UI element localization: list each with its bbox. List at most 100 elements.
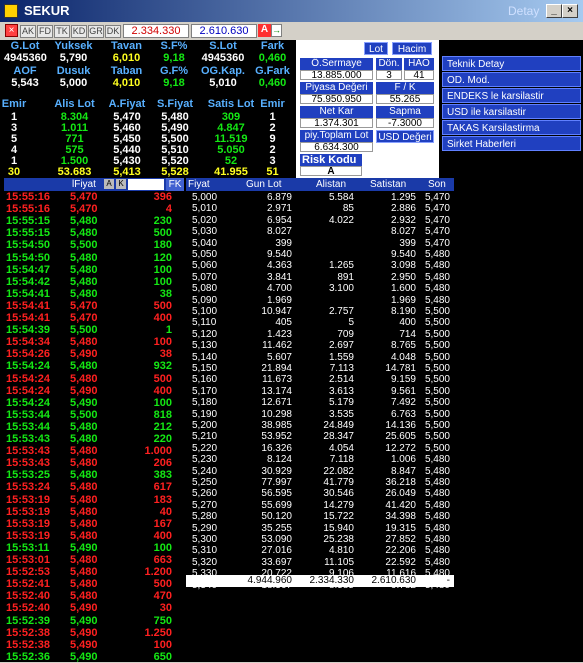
trade-row[interactable]: 15:52:41 5,480 500 xyxy=(4,578,184,590)
trade-row[interactable]: 15:54:24 5,490 400 xyxy=(4,385,184,397)
trade-row[interactable]: 15:52:36 5,490 650 xyxy=(4,651,184,663)
trade-row[interactable]: 15:54:41 5,470 400 xyxy=(4,312,184,324)
trade-row[interactable]: 15:53:19 5,480 167 xyxy=(4,518,184,530)
trade-row[interactable]: 15:52:38 5,490 100 xyxy=(4,639,184,651)
depth-col-alistan[interactable]: Alistan xyxy=(316,178,346,191)
trade-row[interactable]: 15:53:19 5,480 40 xyxy=(4,506,184,518)
trade-row[interactable]: 15:54:50 5,480 120 xyxy=(4,252,184,264)
filter-input[interactable] xyxy=(128,179,164,190)
depth-row[interactable]: 5,250 77.997 41.779 36.218 5,480 xyxy=(186,477,454,489)
tab-kd[interactable]: KD xyxy=(71,25,87,38)
depth-row[interactable]: 5,130 11.462 2.697 8.765 5,500 xyxy=(186,340,454,352)
trade-row[interactable]: 15:53:43 5,480 1.000 xyxy=(4,445,184,457)
a-button[interactable]: A xyxy=(258,24,271,37)
trade-row[interactable]: 15:54:24 5,480 500 xyxy=(4,373,184,385)
close-icon[interactable]: × xyxy=(5,24,18,37)
depth-row[interactable]: 5,230 8.124 7.118 1.006 5,480 xyxy=(186,454,454,466)
k-filter-button[interactable]: K xyxy=(116,179,126,189)
tab-ak[interactable]: AK xyxy=(20,25,36,38)
depth-row[interactable]: 5,280 50.120 15.722 34.398 5,480 xyxy=(186,511,454,523)
arrow-icon[interactable]: → xyxy=(271,24,282,37)
menu-item-teknik-detay[interactable]: Teknik Detay xyxy=(442,56,581,71)
minimize-button[interactable]: _ xyxy=(546,4,562,18)
depth-col-fiyat[interactable]: Fiyat xyxy=(188,178,210,191)
depth-row[interactable]: 5,170 13.174 3.613 9.561 5,500 xyxy=(186,386,454,398)
trade-row[interactable]: 15:54:50 5,500 180 xyxy=(4,239,184,251)
tab-fd[interactable]: FD xyxy=(37,25,53,38)
trade-row[interactable]: 15:54:24 5,480 932 xyxy=(4,360,184,372)
depth-row[interactable]: 5,140 5.607 1.559 4.048 5,500 xyxy=(186,352,454,364)
depth-row[interactable]: 5,080 4.700 3.100 1.600 5,480 xyxy=(186,283,454,295)
trade-row[interactable]: 15:52:53 5,480 1.200 xyxy=(4,566,184,578)
trade-row[interactable]: 15:53:44 5,480 212 xyxy=(4,421,184,433)
depth-col-son[interactable]: Son xyxy=(428,178,446,191)
trade-row[interactable]: 15:53:25 5,480 383 xyxy=(4,469,184,481)
trade-row[interactable]: 15:54:34 5,480 100 xyxy=(4,336,184,348)
trade-row[interactable]: 15:55:15 5,480 500 xyxy=(4,227,184,239)
usd-degeri-button[interactable]: USD Değeri xyxy=(376,130,434,143)
depth-row[interactable]: 5,220 16.326 4.054 12.272 5,500 xyxy=(186,443,454,455)
depth-row[interactable]: 5,310 27.016 4.810 22.206 5,480 xyxy=(186,545,454,557)
depth-row[interactable]: 5,270 55.699 14.279 41.420 5,480 xyxy=(186,500,454,512)
depth-row[interactable]: 5,100 10.947 2.757 8.190 5,500 xyxy=(186,306,454,318)
trade-row[interactable]: 15:54:41 5,470 500 xyxy=(4,300,184,312)
depth-row[interactable]: 5,040 399 399 5,470 xyxy=(186,238,454,250)
depth-row[interactable]: 5,200 38.985 24.849 14.136 5,500 xyxy=(186,420,454,432)
trade-row[interactable]: 15:55:15 5,480 230 xyxy=(4,215,184,227)
depth-row[interactable]: 5,290 35.255 15.940 19.315 5,480 xyxy=(186,523,454,535)
tab-gr[interactable]: GR xyxy=(88,25,104,38)
fk-button[interactable]: FK xyxy=(166,178,184,191)
trade-row[interactable]: 15:53:44 5,500 818 xyxy=(4,409,184,421)
depth-row[interactable]: 5,190 10.298 3.535 6.763 5,500 xyxy=(186,409,454,421)
close-button[interactable]: × xyxy=(562,4,578,18)
depth-row[interactable]: 5,110 405 5 400 5,500 xyxy=(186,317,454,329)
trade-row[interactable]: 15:52:38 5,490 1.250 xyxy=(4,627,184,639)
depth-row[interactable]: 5,050 9.540 9.540 5,480 xyxy=(186,249,454,261)
menu-item-od-mod[interactable]: OD. Mod. xyxy=(442,72,581,87)
depth-col-gun-lot[interactable]: Gun Lot xyxy=(246,178,282,191)
menu-item-endeks[interactable]: ENDEKS le karsilastir xyxy=(442,88,581,103)
menu-item-takas[interactable]: TAKAS Karsilastirma xyxy=(442,120,581,135)
menu-item-sirket-haberleri[interactable]: Sirket Haberleri xyxy=(442,136,581,151)
trade-row[interactable]: 15:53:01 5,480 663 xyxy=(4,554,184,566)
depth-row[interactable]: 5,240 30.929 22.082 8.847 5,480 xyxy=(186,466,454,478)
trade-row[interactable]: 15:55:16 5,470 4 xyxy=(4,203,184,215)
depth-row[interactable]: 5,000 6.879 5.584 1.295 5,470 xyxy=(186,192,454,204)
depth-row[interactable]: 5,010 2.971 85 2.886 5,470 xyxy=(186,203,454,215)
depth-row[interactable]: 5,160 11.673 2.514 9.159 5,500 xyxy=(186,374,454,386)
trade-row[interactable]: 15:54:26 5,490 38 xyxy=(4,348,184,360)
trade-row[interactable]: 15:54:42 5,480 100 xyxy=(4,276,184,288)
depth-row[interactable]: 5,180 12.671 5.179 7.492 5,500 xyxy=(186,397,454,409)
depth-row[interactable]: 5,210 53.952 28.347 25.605 5,500 xyxy=(186,431,454,443)
trade-row[interactable]: 15:53:24 5,480 617 xyxy=(4,481,184,493)
trade-row[interactable]: 15:54:47 5,480 100 xyxy=(4,264,184,276)
depth-row[interactable]: 5,260 56.595 30.546 26.049 5,480 xyxy=(186,488,454,500)
a-filter-button[interactable]: A xyxy=(104,179,114,189)
trade-row[interactable]: 15:55:16 5,470 396 xyxy=(4,191,184,203)
depth-row[interactable]: 5,060 4.363 1.265 3.098 5,480 xyxy=(186,260,454,272)
depth-row[interactable]: 5,070 3.841 891 2.950 5,480 xyxy=(186,272,454,284)
trade-row[interactable]: 15:52:39 5,490 750 xyxy=(4,615,184,627)
depth-row[interactable]: 5,020 6.954 4.022 2.932 5,470 xyxy=(186,215,454,227)
trade-row[interactable]: 15:53:19 5,480 400 xyxy=(4,530,184,542)
trade-row[interactable]: 15:53:11 5,490 100 xyxy=(4,542,184,554)
depth-row[interactable]: 5,320 33.697 11.105 22.592 5,480 xyxy=(186,557,454,569)
trade-row[interactable]: 15:52:40 5,480 470 xyxy=(4,590,184,602)
depth-col-satistan[interactable]: Satistan xyxy=(370,178,406,191)
depth-row[interactable]: 5,090 1.969 1.969 5,480 xyxy=(186,295,454,307)
depth-row[interactable]: 5,300 53.090 25.238 27.852 5,480 xyxy=(186,534,454,546)
depth-row[interactable]: 5,030 8.027 8.027 5,470 xyxy=(186,226,454,238)
trade-row[interactable]: 15:52:40 5,490 30 xyxy=(4,602,184,614)
hacim-button[interactable]: Hacim xyxy=(392,42,432,55)
trade-row[interactable]: 15:53:43 5,480 220 xyxy=(4,433,184,445)
tab-tk[interactable]: TK xyxy=(54,25,70,38)
trade-row[interactable]: 15:54:24 5,490 100 xyxy=(4,397,184,409)
trade-row[interactable]: 15:53:19 5,480 183 xyxy=(4,494,184,506)
tab-dk[interactable]: DK xyxy=(105,25,121,38)
depth-row[interactable]: 5,150 21.894 7.113 14.781 5,500 xyxy=(186,363,454,375)
lot-button[interactable]: Lot xyxy=(364,42,388,55)
fiyat-column-header[interactable]: lFiyat xyxy=(72,178,96,191)
menu-item-usd[interactable]: USD ile karsilastir xyxy=(442,104,581,119)
trade-row[interactable]: 15:53:43 5,480 206 xyxy=(4,457,184,469)
trade-row[interactable]: 15:54:39 5,500 1 xyxy=(4,324,184,336)
